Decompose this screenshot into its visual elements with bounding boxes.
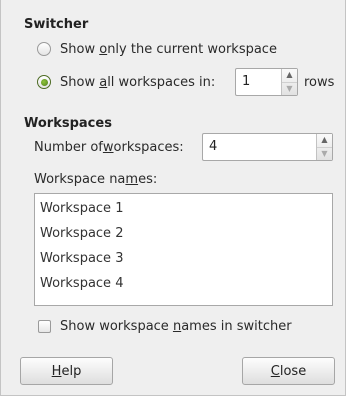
show-names-checkbox[interactable]: Show workspace names in switcher: [38, 316, 292, 336]
list-item[interactable]: Workspace 4: [35, 269, 332, 294]
close-button[interactable]: Close: [242, 357, 335, 385]
checkbox-label: Show workspace names in switcher: [60, 318, 292, 334]
radio-label: Show only the current workspace: [60, 41, 277, 57]
workspaces-section-title: Workspaces: [24, 116, 112, 131]
rows-spinbutton[interactable]: 1 ▲ ▼: [235, 68, 298, 96]
rows-label: rows: [304, 74, 335, 90]
radio-show-all-workspaces[interactable]: Show all workspaces in:: [37, 72, 215, 92]
workspace-names-list[interactable]: Workspace 1 Workspace 2 Workspace 3 Work…: [34, 193, 333, 306]
number-of-workspaces-spinbutton[interactable]: 4 ▲ ▼: [202, 133, 333, 161]
list-item[interactable]: Workspace 3: [35, 244, 332, 269]
spin-up-icon[interactable]: ▲: [282, 69, 297, 82]
list-item[interactable]: Workspace 1: [35, 194, 332, 219]
radio-show-current-workspace[interactable]: Show only the current workspace: [37, 39, 277, 59]
workspace-names-label: Workspace na m es:: [34, 171, 158, 187]
checkbox-icon[interactable]: [38, 319, 51, 333]
help-button[interactable]: Help: [20, 357, 113, 385]
number-value[interactable]: 4: [203, 134, 316, 160]
list-item[interactable]: Workspace 2: [35, 219, 332, 244]
radio-label: Show all workspaces in:: [60, 74, 216, 90]
radio-button-icon[interactable]: [37, 42, 51, 56]
spin-down-icon[interactable]: ▼: [282, 81, 297, 96]
spin-down-icon[interactable]: ▼: [317, 146, 332, 161]
close-button-label: Close: [270, 363, 307, 379]
help-button-label: Help: [51, 363, 82, 379]
number-of-workspaces-label: Number of w orkspaces:: [34, 139, 184, 155]
rows-value[interactable]: 1: [236, 69, 281, 95]
switcher-section-title: Switcher: [24, 17, 89, 32]
spin-up-icon[interactable]: ▲: [317, 134, 332, 147]
workspace-switcher-preferences-dialog: Switcher Show only the current workspace…: [0, 0, 346, 396]
radio-button-checked-icon[interactable]: [37, 75, 51, 89]
